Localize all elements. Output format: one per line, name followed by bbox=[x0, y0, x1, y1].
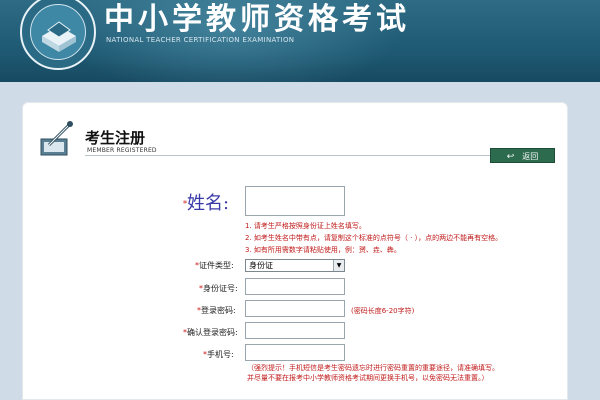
register-subtitle: MEMBER REGISTERED bbox=[87, 147, 157, 154]
phone-hint-line-1: （强烈提示！手机短信是考生密码遗忘时进行密码重置的重要途径，请准确填写。 bbox=[247, 364, 499, 372]
confirm-password-label: *确认登录密码: bbox=[183, 327, 238, 338]
registration-panel: 考生注册 MEMBER REGISTERED ↩ 返回 *姓名: 1. 请考生严格… bbox=[22, 102, 568, 400]
name-input[interactable] bbox=[245, 186, 345, 216]
page-title: 中小学教师资格考试 bbox=[104, 2, 410, 37]
title-divider bbox=[85, 155, 555, 156]
name-label: *姓名: bbox=[183, 189, 229, 215]
id-type-value: 身份证 bbox=[249, 261, 273, 270]
password-input[interactable] bbox=[245, 300, 345, 317]
confirm-password-input[interactable] bbox=[245, 322, 345, 339]
back-button-label: 返回 bbox=[522, 152, 539, 161]
password-label: *登录密码: bbox=[197, 305, 236, 316]
name-hint-2: 2. 如考生姓名中带有点，请复制这个标准的点符号（ · ），点的两边不能再有空格… bbox=[245, 234, 503, 242]
phone-input[interactable] bbox=[245, 344, 345, 361]
back-button[interactable]: ↩ 返回 bbox=[490, 148, 555, 163]
phone-label: *手机号: bbox=[203, 349, 234, 360]
id-number-label-text: 身份证号: bbox=[203, 284, 238, 293]
phone-hint: （强烈提示！手机短信是考生密码遗忘时进行密码重置的重要途径，请准确填写。 并尽量… bbox=[247, 363, 499, 383]
id-type-select[interactable]: 身份证 ▼ bbox=[245, 259, 345, 272]
page-subtitle: NATIONAL TEACHER CERTIFICATION EXAMINATI… bbox=[106, 36, 295, 44]
back-arrow-icon: ↩ bbox=[506, 152, 515, 162]
password-label-text: 登录密码: bbox=[201, 306, 236, 315]
header-banner: 中小学教师资格考试 NATIONAL TEACHER CERTIFICATION… bbox=[0, 0, 600, 82]
confirm-password-label-text: 确认登录密码: bbox=[187, 328, 238, 337]
name-label-text: 姓名: bbox=[187, 193, 230, 214]
register-title: 考生注册 bbox=[85, 129, 146, 147]
phone-label-text: 手机号: bbox=[207, 350, 234, 359]
id-number-label: *身份证号: bbox=[199, 283, 238, 294]
phone-hint-line-2: 并尽量不要在报考中小学教师资格考试期间更换手机号，以免密码无法重置。） bbox=[247, 374, 489, 382]
id-number-input[interactable] bbox=[245, 278, 345, 295]
name-hint-1: 1. 请考生严格按照身份证上姓名填写。 bbox=[245, 222, 366, 230]
id-type-label: *证件类型: bbox=[195, 260, 234, 271]
password-hint: (密码长度6-20字符) bbox=[351, 307, 415, 315]
book-emblem-icon bbox=[42, 21, 76, 52]
register-pen-icon bbox=[40, 121, 73, 156]
chevron-down-icon[interactable]: ▼ bbox=[333, 260, 344, 271]
id-type-label-text: 证件类型: bbox=[199, 261, 234, 270]
name-hint-3: 3. 如有所用需数字请粘贴使用，例：赟、垚、犇。 bbox=[245, 246, 401, 254]
